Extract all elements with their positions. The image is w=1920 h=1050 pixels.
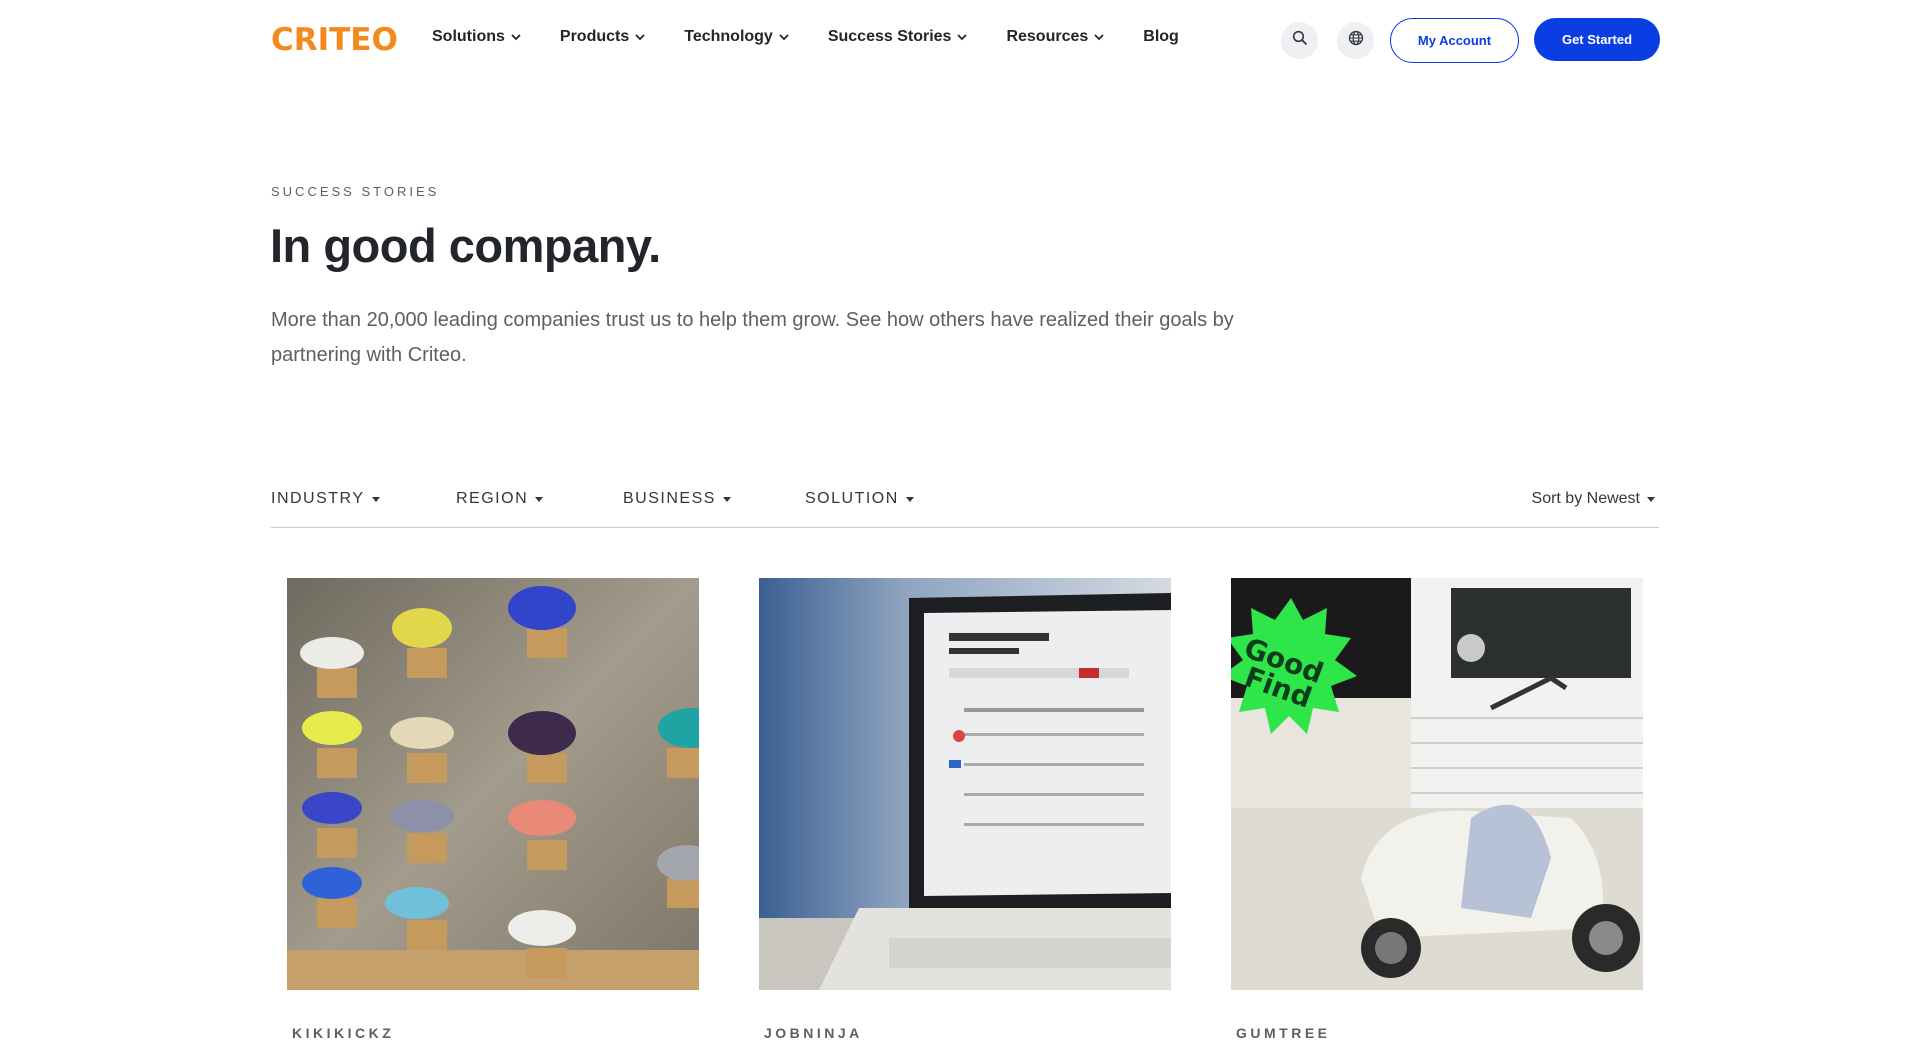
laptop-job-site-photo[interactable]	[759, 578, 1171, 990]
page-description: More than 20,000 leading companies trust…	[271, 309, 1234, 366]
filter-solution-label: SOLUTION	[805, 490, 899, 507]
caret-down-icon	[535, 496, 544, 502]
nav-blog[interactable]: Blog	[1143, 28, 1179, 46]
criteo-logo[interactable]: CRITEO	[271, 24, 398, 56]
story-card-label: KIKIKICKZ	[292, 1025, 395, 1041]
filter-region[interactable]: REGION	[456, 490, 544, 508]
story-card-jobninja[interactable]: JOBNINJA	[759, 578, 1171, 1041]
page-title: In good company.	[270, 219, 661, 272]
nav-products[interactable]: Products	[560, 28, 646, 46]
my-account-button[interactable]: My Account	[1390, 18, 1519, 63]
chevron-down-icon	[510, 31, 522, 43]
globe-icon	[1348, 30, 1364, 51]
caret-down-icon	[371, 496, 380, 502]
caret-down-icon	[1647, 496, 1655, 502]
get-started-button[interactable]: Get Started	[1534, 18, 1660, 61]
filter-industry-label: INDUSTRY	[271, 490, 365, 507]
nav-products-label: Products	[559, 28, 630, 45]
search-button[interactable]	[1281, 22, 1318, 59]
sneaker-wall-photo[interactable]	[287, 578, 699, 990]
filter-business-label: BUSINESS	[623, 490, 716, 507]
site-header: CRITEO Solutions Products Technology Suc…	[0, 0, 1920, 82]
story-card-kikikickz[interactable]: KIKIKICKZ	[287, 578, 699, 1041]
nav-blog-label: Blog	[1143, 28, 1179, 45]
logo-text: CRITEO	[271, 22, 398, 58]
caret-down-icon	[905, 496, 914, 502]
scooter-good-find-photo[interactable]: Good Find	[1231, 578, 1643, 990]
language-button[interactable]	[1337, 22, 1374, 59]
nav-solutions-label: Solutions	[432, 28, 505, 45]
search-icon	[1292, 30, 1308, 51]
filter-solution[interactable]: SOLUTION	[805, 490, 914, 508]
filter-bar: INDUSTRY REGION BUSINESS SOLUTION Sort b…	[271, 488, 1659, 528]
sort-dropdown[interactable]: Sort by Newest	[1532, 490, 1655, 508]
nav-resources-label: Resources	[1006, 28, 1089, 45]
story-card-label: JOBNINJA	[764, 1025, 863, 1041]
chevron-down-icon	[634, 31, 646, 43]
nav-technology-label: Technology	[684, 28, 773, 45]
story-card-label: GUMTREE	[1236, 1025, 1331, 1041]
nav-technology[interactable]: Technology	[684, 28, 790, 46]
filter-business[interactable]: BUSINESS	[623, 490, 731, 508]
page-eyebrow: SUCCESS STORIES	[271, 184, 440, 199]
caret-down-icon	[722, 496, 731, 502]
nav-resources[interactable]: Resources	[1006, 28, 1105, 46]
nav-solutions[interactable]: Solutions	[432, 28, 522, 46]
sort-label: Sort by Newest	[1531, 490, 1640, 507]
story-card-gumtree[interactable]: Good Find GUMTREE	[1231, 578, 1643, 1041]
chevron-down-icon	[1093, 31, 1105, 43]
filter-region-label: REGION	[456, 490, 529, 507]
chevron-down-icon	[778, 31, 790, 43]
nav-success-stories[interactable]: Success Stories	[828, 28, 969, 46]
nav-success-stories-label: Success Stories	[827, 28, 952, 45]
filter-industry[interactable]: INDUSTRY	[271, 490, 380, 508]
chevron-down-icon	[956, 31, 968, 43]
main-nav: Solutions Products Technology Success St…	[432, 28, 1217, 46]
